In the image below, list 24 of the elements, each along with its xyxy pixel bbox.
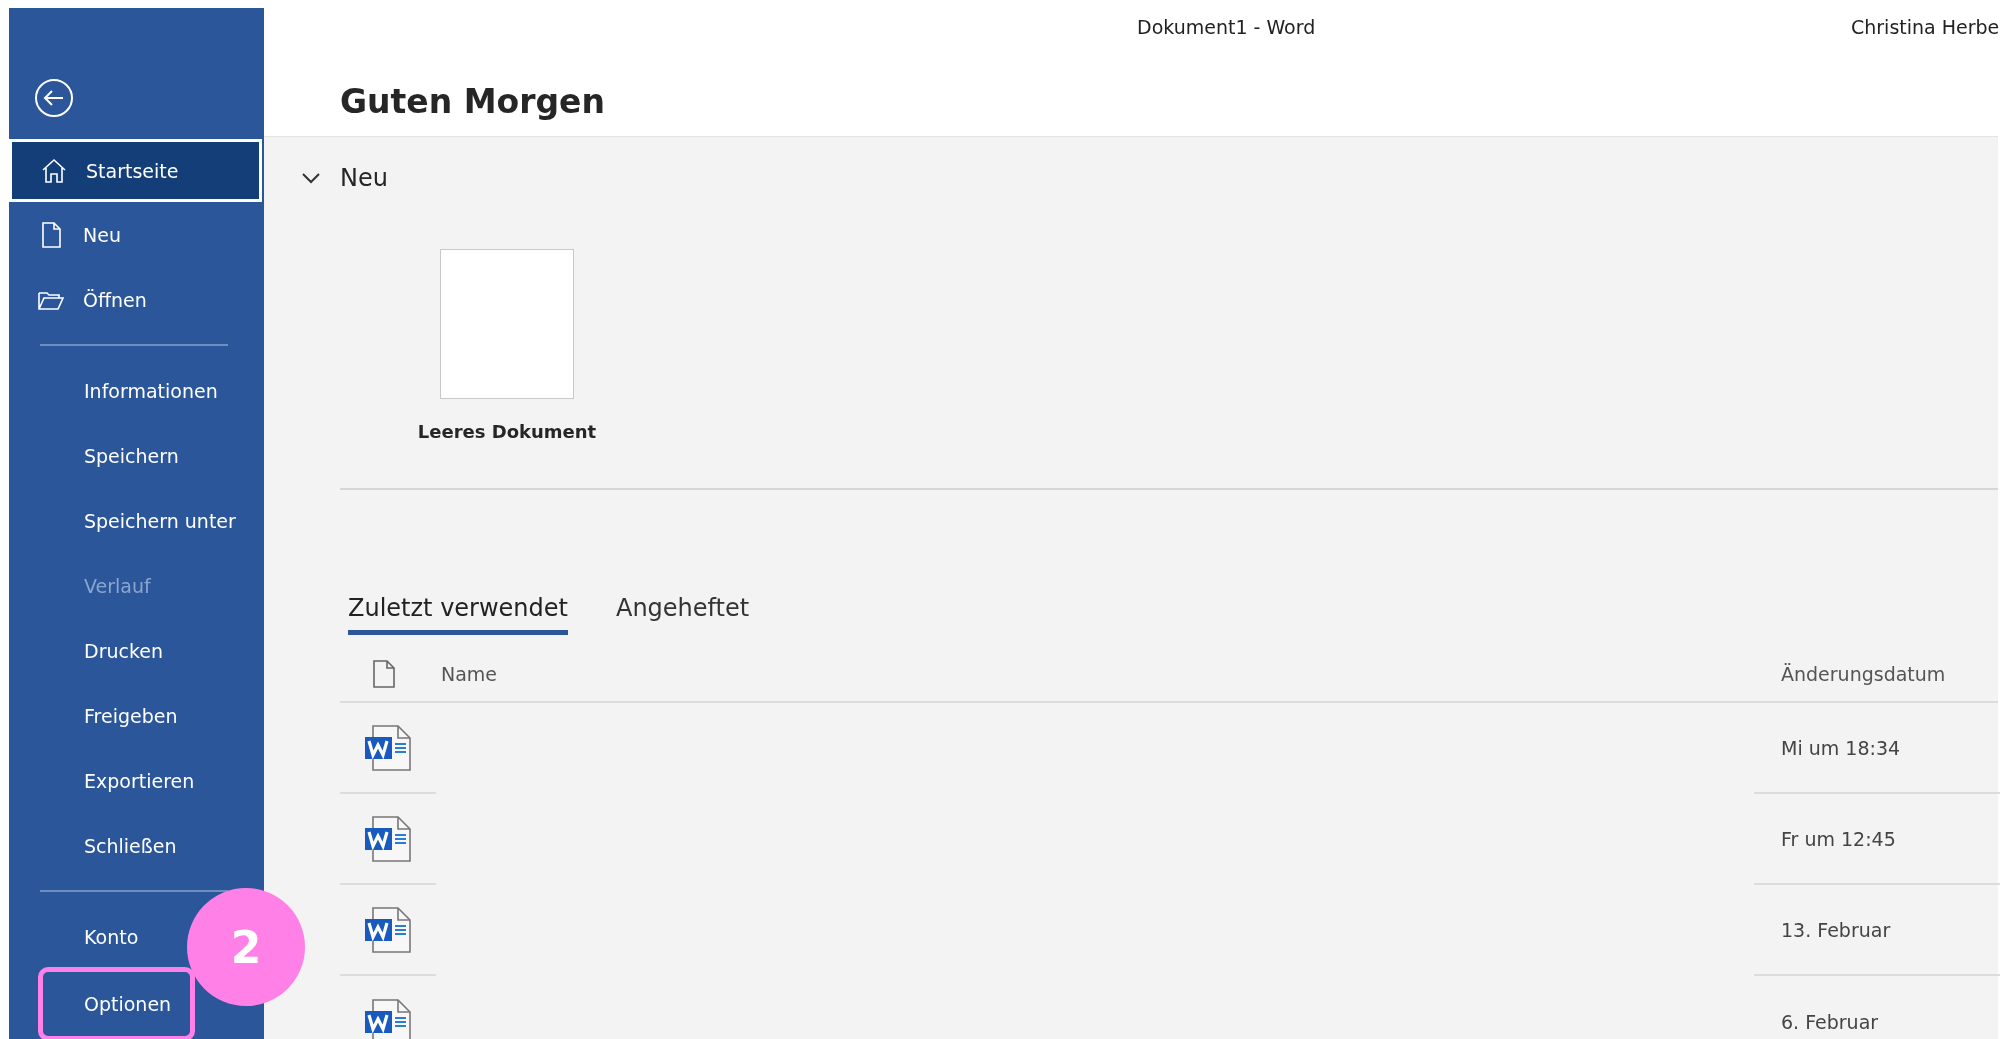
sidebar-item[interactable]: Drucken <box>9 618 169 683</box>
sidebar-item[interactable]: Freigeben <box>9 683 184 748</box>
section-title: Neu <box>340 164 388 192</box>
user-name[interactable]: Christina Herbe <box>1851 16 2000 38</box>
sidebar-item[interactable]: Informationen <box>9 358 224 423</box>
tab[interactable]: Zuletzt verwendet <box>348 594 568 635</box>
sidebar-item[interactable]: Öffnen <box>9 267 153 332</box>
column-header[interactable]: Änderungsdatum <box>1781 663 1946 685</box>
sidebar-item[interactable]: Startseite <box>9 139 262 202</box>
date-cell: 6. Februar <box>1781 1010 1879 1033</box>
sidebar-item[interactable]: Schließen <box>9 813 183 878</box>
greeting-heading: Guten Morgen <box>340 82 605 121</box>
tab[interactable]: Angeheftet <box>616 594 750 635</box>
template-label: Leeres Dokument <box>417 421 597 442</box>
date-cell: 13. Februar <box>1781 918 1891 941</box>
window-title: Dokument1 - Word <box>1137 16 1316 38</box>
sidebar-item[interactable]: Speichern <box>9 423 185 488</box>
sidebar-item[interactable]: Exportieren <box>9 748 201 813</box>
sidebar-item[interactable]: Konto <box>9 904 145 969</box>
column-header[interactable]: Name <box>441 663 498 685</box>
date-cell: Fr um 12:45 <box>1781 827 1896 850</box>
sidebar-item[interactable]: Neu <box>9 202 127 267</box>
date-cell: Mi um 18:34 <box>1781 736 1901 759</box>
sidebar-item[interactable]: Speichern unter <box>9 488 242 553</box>
